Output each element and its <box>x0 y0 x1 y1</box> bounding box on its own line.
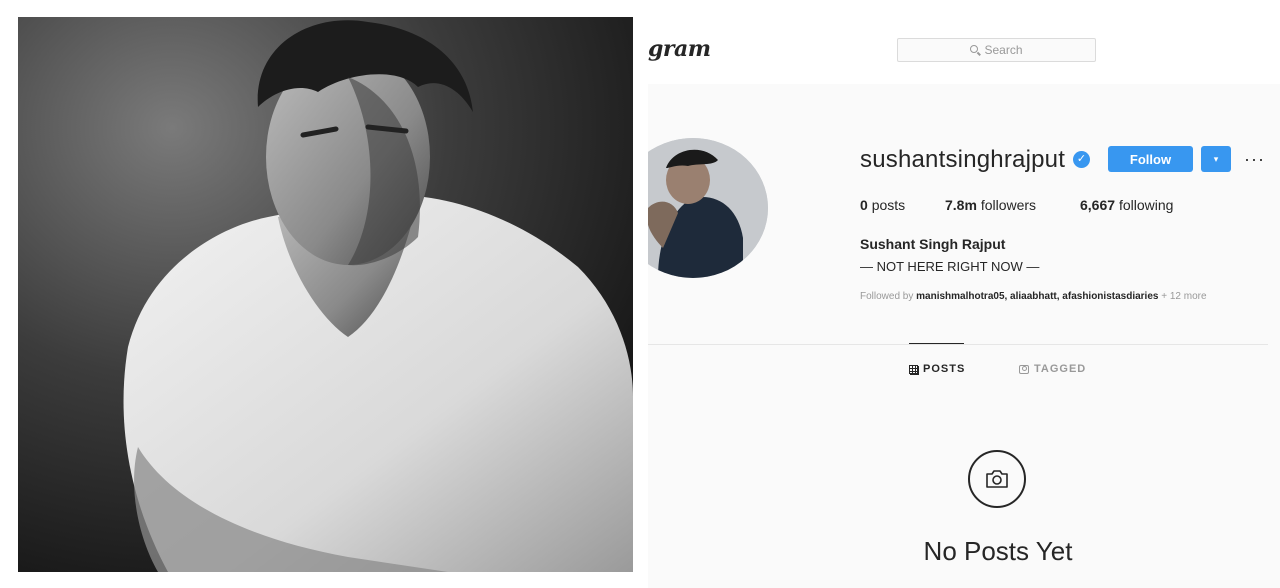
followed-by-more[interactable]: + 12 more <box>1161 291 1206 302</box>
followers-count-label: followers <box>980 197 1037 213</box>
tagged-icon <box>1019 364 1029 374</box>
tab-tagged[interactable]: TAGGED <box>1019 363 1086 375</box>
search-input[interactable]: Search <box>897 38 1096 62</box>
profile-bio: — NOT HERE RIGHT NOW — <box>860 259 1040 274</box>
follow-button[interactable]: Follow <box>1108 146 1193 172</box>
search-placeholder: Search <box>984 43 1023 57</box>
following-count[interactable]: 6,667 following <box>1080 197 1173 213</box>
profile-username: sushantsinghrajput <box>860 146 1066 173</box>
following-count-value: 6,667 <box>1080 197 1116 213</box>
posts-count-value: 0 <box>860 197 868 213</box>
more-options-icon[interactable]: ··· <box>1244 146 1265 172</box>
camera-icon <box>968 450 1026 508</box>
instagram-logo[interactable]: gram <box>648 36 711 62</box>
posts-count-label: posts <box>871 197 906 213</box>
verified-badge-icon: ✓ <box>1073 151 1090 168</box>
profile-content: sushantsinghrajput ✓ Follow ▾ ··· 0 post… <box>648 84 1280 588</box>
followers-count-value: 7.8m <box>945 197 977 213</box>
followed-by-prefix: Followed by <box>860 291 914 302</box>
posts-count: 0 posts <box>860 197 905 213</box>
no-posts-message: No Posts Yet <box>923 536 1073 566</box>
tabs-divider <box>648 344 1268 345</box>
instagram-profile-panel: gram Search sushantsinghrajput ✓ Follow … <box>648 0 1280 588</box>
portrait-photo <box>18 17 633 572</box>
grid-icon <box>909 364 919 375</box>
search-icon <box>970 45 979 53</box>
chevron-down-icon[interactable]: ▾ <box>1201 146 1231 172</box>
avatar[interactable] <box>648 138 768 278</box>
active-tab-indicator <box>909 343 964 344</box>
tab-posts[interactable]: POSTS <box>909 363 965 375</box>
followed-by: Followed by manishmalhotra05, aliaabhatt… <box>860 291 1207 302</box>
tab-posts-label: POSTS <box>923 363 966 375</box>
following-count-label: following <box>1118 197 1174 213</box>
followers-count[interactable]: 7.8m followers <box>945 197 1036 213</box>
profile-full-name: Sushant Singh Rajput <box>860 236 1006 252</box>
followed-by-users[interactable]: manishmalhotra05, aliaabhatt, afashionis… <box>916 291 1158 302</box>
tab-tagged-label: TAGGED <box>1034 363 1087 375</box>
